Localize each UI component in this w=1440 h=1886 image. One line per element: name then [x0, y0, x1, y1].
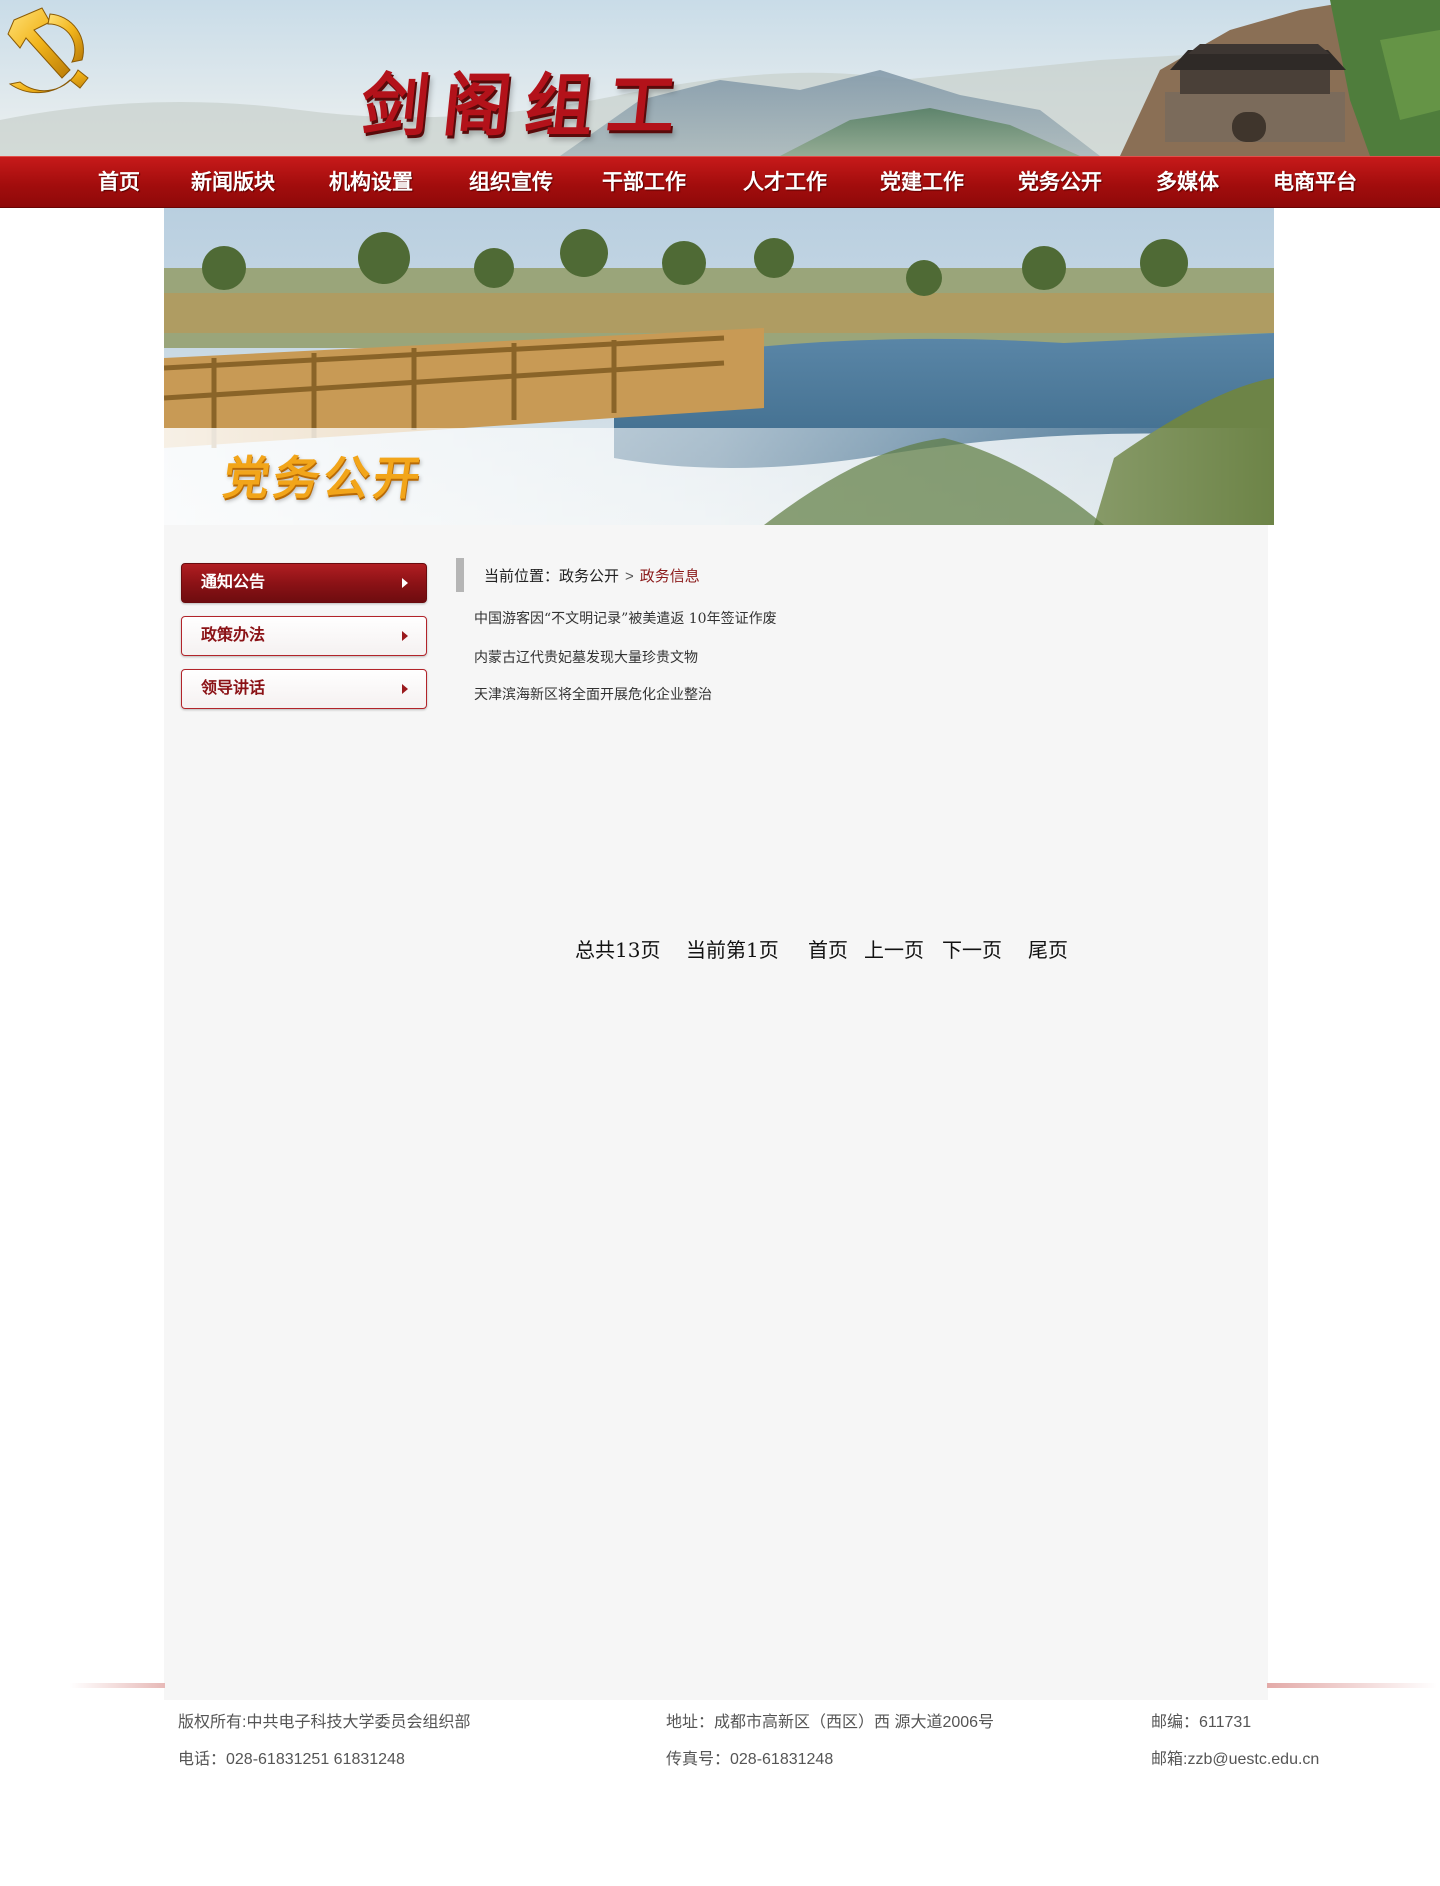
- list-item[interactable]: 内蒙古辽代贵妃墓发现大量珍贵文物: [474, 647, 698, 667]
- caret-right-icon: [402, 684, 408, 694]
- list-item[interactable]: 中国游客因“不文明记录”被美遣返 10年签证作废: [474, 608, 777, 628]
- sidebar-item-label: 通知公告: [201, 574, 266, 591]
- header-landscape: [0, 0, 1440, 156]
- sidebar-item-label: 政策办法: [201, 627, 266, 644]
- pagination-next-link[interactable]: 下一页: [942, 934, 1002, 963]
- pagination-last-link[interactable]: 尾页: [1028, 934, 1068, 963]
- nav-item-cadre-work[interactable]: 干部工作: [602, 157, 686, 209]
- pagination-first-link[interactable]: 首页: [808, 934, 848, 963]
- footer-email[interactable]: 邮箱:zzb@uestc.edu.cn: [1151, 1745, 1319, 1769]
- sidebar-item-notices[interactable]: 通知公告: [181, 563, 427, 603]
- footer-postcode: 邮编：611731: [1151, 1714, 1252, 1731]
- caret-right-icon: [402, 631, 408, 641]
- footer-copyright: 版权所有:中共电子科技大学委员会组织部: [178, 1714, 471, 1731]
- breadcrumb-parent[interactable]: 政务公开: [559, 568, 619, 585]
- party-emblem-icon: [7, 7, 89, 94]
- caret-right-icon: [402, 578, 408, 588]
- nav-item-party-building[interactable]: 党建工作: [880, 157, 964, 209]
- footer-phone: 电话：028-61831251 61831248: [178, 1751, 405, 1768]
- nav-item-party-affairs[interactable]: 党务公开: [1018, 157, 1102, 209]
- nav-item-publicity[interactable]: 组织宣传: [469, 157, 553, 209]
- breadcrumb-prefix: 当前位置：: [484, 568, 560, 585]
- site-header: 剑阁组工: [0, 0, 1440, 156]
- footer-fax: 传真号：028-61831248: [666, 1751, 834, 1768]
- footer-address: 地址：成都市高新区（西区）西 源大道2006号: [666, 1714, 995, 1731]
- page-banner: 党务公开: [164, 208, 1274, 525]
- nav-item-ecommerce[interactable]: 电商平台: [1273, 157, 1357, 209]
- sidebar-item-leader-speeches[interactable]: 领导讲话: [181, 669, 427, 709]
- pagination-current: 当前第1页: [686, 938, 779, 962]
- nav-item-home[interactable]: 首页: [98, 157, 140, 209]
- list-item[interactable]: 天津滨海新区将全面开展危化企业整治: [474, 684, 712, 704]
- banner-title: 党务公开: [219, 451, 428, 505]
- sidebar-item-policies[interactable]: 政策办法: [181, 616, 427, 656]
- nav-item-organization[interactable]: 机构设置: [329, 157, 413, 209]
- breadcrumb: 当前位置：政务公开 > 政务信息: [484, 565, 700, 586]
- breadcrumb-marker: [456, 558, 464, 592]
- footer-divider-right: [1267, 1683, 1437, 1688]
- nav-item-talent-work[interactable]: 人才工作: [743, 157, 827, 209]
- footer-divider-left: [70, 1683, 165, 1688]
- pagination-prev-link[interactable]: 上一页: [864, 934, 924, 963]
- breadcrumb-separator: >: [625, 568, 634, 585]
- pagination-total: 总共13页: [575, 938, 661, 962]
- breadcrumb-current: 政务信息: [639, 568, 700, 585]
- sidebar-item-label: 领导讲话: [201, 680, 266, 697]
- nav-item-multimedia[interactable]: 多媒体: [1156, 157, 1219, 209]
- site-title: 剑阁组工: [357, 66, 694, 146]
- nav-item-news[interactable]: 新闻版块: [191, 157, 275, 209]
- main-nav: 首页 新闻版块 机构设置 组织宣传 干部工作 人才工作 党建工作 党务公开 多媒…: [0, 156, 1440, 208]
